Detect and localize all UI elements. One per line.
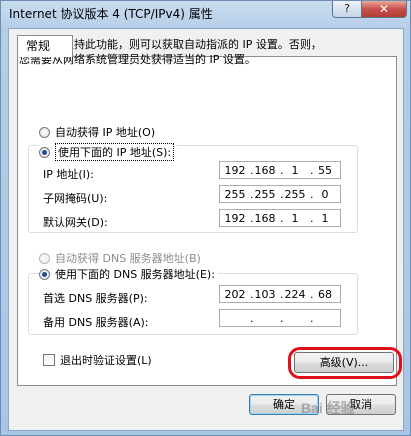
gateway-label: 默认网关(D): <box>43 216 108 229</box>
ip-seg-4: 55 <box>318 163 332 177</box>
dialog-window: Internet 协议版本 4 (TCP/IPv4) 属性 ? ✕ 常规 如果网… <box>0 0 411 436</box>
validate-label: 退出时验证设置(L) <box>60 354 152 367</box>
close-button[interactable]: ✕ <box>361 1 407 18</box>
advanced-highlight-annotation <box>288 347 402 379</box>
radio-manual-ip[interactable]: 使用下面的 IP 地址(S): <box>39 143 178 161</box>
gw-seg-4: 1 <box>321 211 329 225</box>
alternate-dns-label: 备用 DNS 服务器(A): <box>43 316 149 329</box>
mask-seg-3: 255 <box>284 187 306 201</box>
preferred-dns-input[interactable]: 202. 103. 224. 68 <box>219 285 341 303</box>
pdns-seg-2: 103 <box>254 287 276 301</box>
ip-seg-2: 168 <box>254 163 276 177</box>
radio-auto-ip-label: 自动获得 IP 地址(O) <box>55 126 156 139</box>
radio-button-disabled[interactable] <box>39 252 50 264</box>
ip-seg-3: 1 <box>291 163 299 177</box>
ip-seg-1: 192 <box>224 163 246 177</box>
validate-checkbox-row[interactable]: 退出时验证设置(L) <box>43 352 152 368</box>
radio-auto-dns-label: 自动获得 DNS 服务器地址(B) <box>55 252 201 265</box>
radio-button-selected[interactable] <box>39 268 50 280</box>
subnet-mask-label: 子网掩码(U): <box>43 192 108 205</box>
gw-seg-2: 168 <box>254 211 276 225</box>
radio-button-selected[interactable] <box>39 146 50 158</box>
subnet-mask-input[interactable]: 255. 255. 255. 0 <box>219 185 341 203</box>
radio-auto-ip[interactable]: 自动获得 IP 地址(O) <box>39 124 155 140</box>
tab-general[interactable]: 常规 <box>17 35 73 57</box>
pdns-seg-1: 202 <box>224 287 246 301</box>
window-title: Internet 协议版本 4 (TCP/IPv4) 属性 <box>9 7 213 21</box>
pdns-seg-3: 224 <box>284 287 306 301</box>
gw-seg-3: 1 <box>291 211 299 225</box>
radio-button[interactable] <box>39 126 50 138</box>
radio-manual-dns-label: 使用下面的 DNS 服务器地址(E): <box>55 268 215 281</box>
mask-seg-4: 0 <box>321 187 329 201</box>
watermark-logo: Bai 经验 <box>301 400 355 416</box>
pdns-seg-4: 68 <box>318 287 332 301</box>
radio-auto-dns[interactable]: 自动获得 DNS 服务器地址(B) <box>39 250 201 266</box>
help-button[interactable]: ? <box>332 1 362 18</box>
ip-address-label: IP 地址(I): <box>43 168 94 181</box>
gateway-input[interactable]: 192. 168. 1. 1 <box>219 209 341 227</box>
mask-seg-2: 255 <box>254 187 276 201</box>
validate-checkbox[interactable] <box>43 354 55 366</box>
radio-manual-dns[interactable]: 使用下面的 DNS 服务器地址(E): <box>39 266 218 282</box>
mask-seg-1: 255 <box>224 187 246 201</box>
ip-address-input[interactable]: 192. 168. 1. 55 <box>219 161 341 179</box>
preferred-dns-label: 首选 DNS 服务器(P): <box>43 292 148 305</box>
radio-manual-ip-label: 使用下面的 IP 地址(S): <box>55 143 175 161</box>
alternate-dns-input[interactable]: . . . <box>219 309 341 327</box>
gw-seg-1: 192 <box>224 211 246 225</box>
